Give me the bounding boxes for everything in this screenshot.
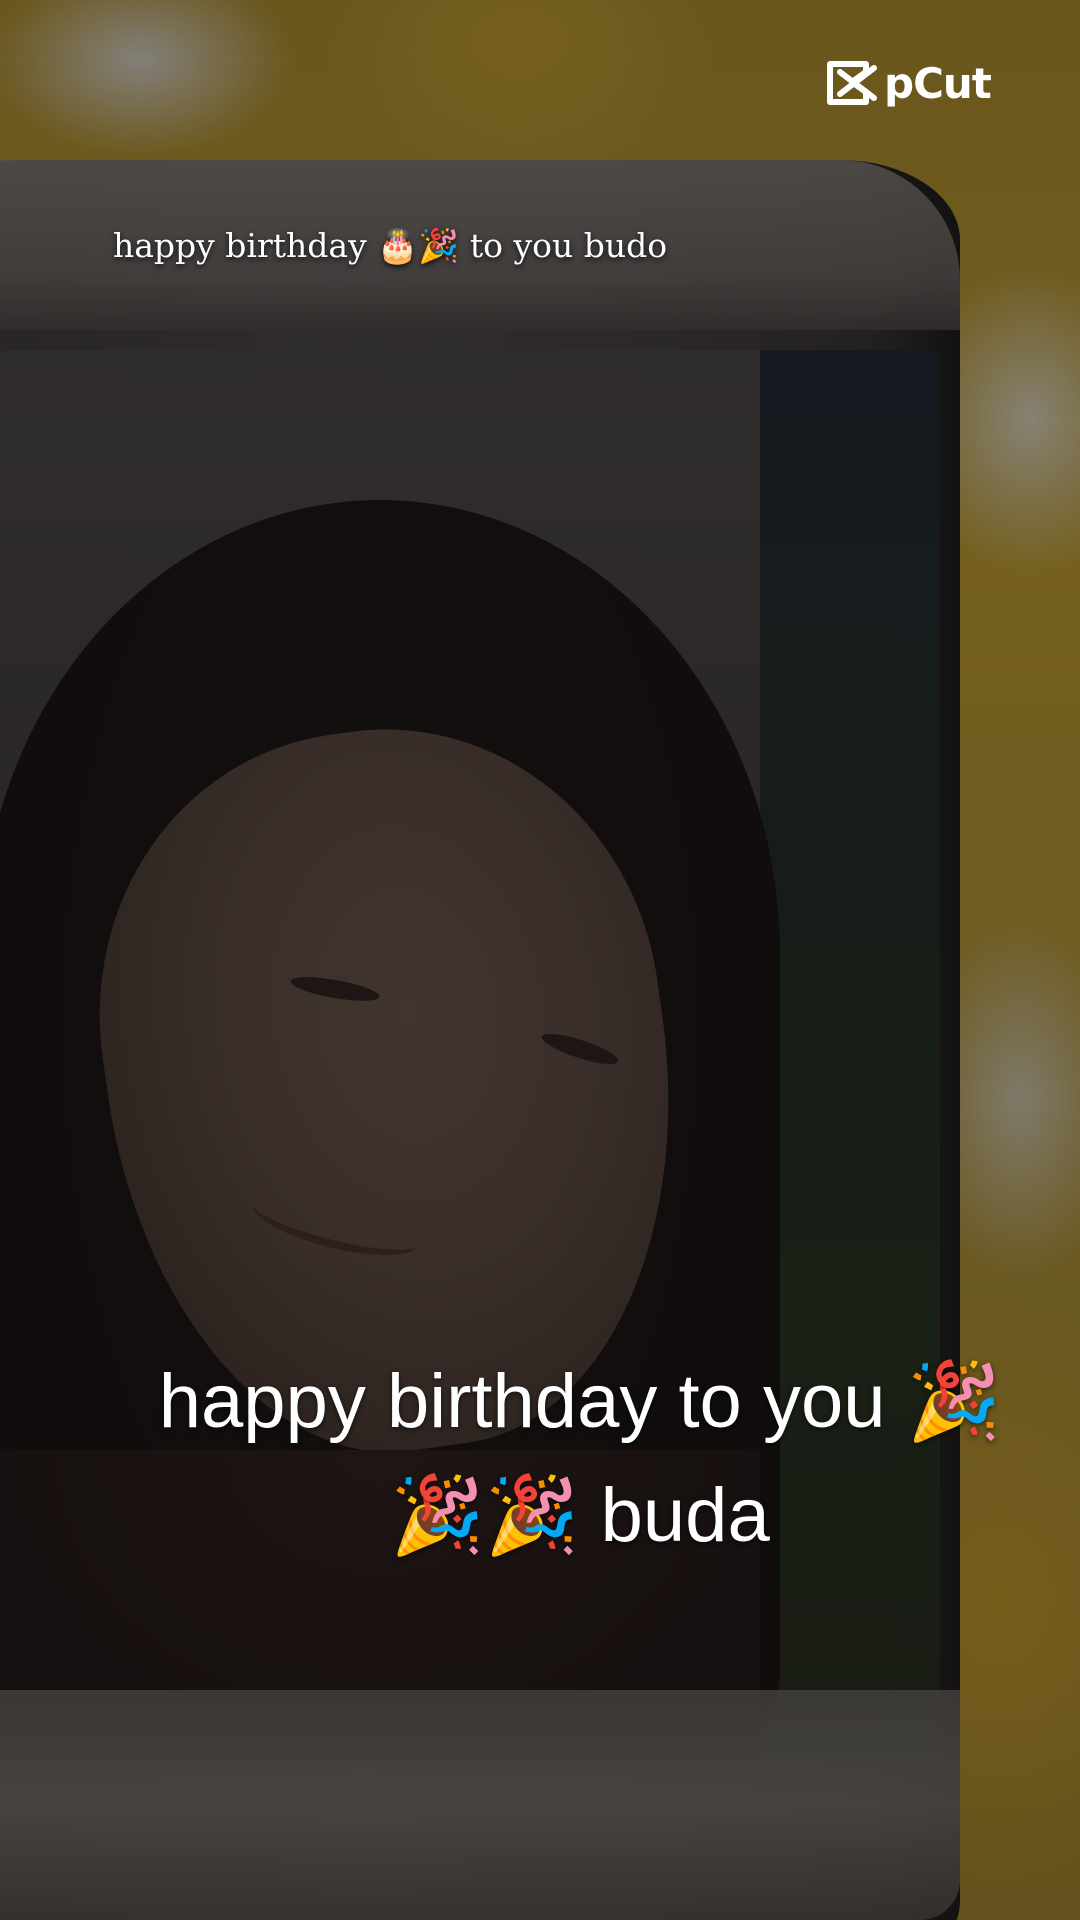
big-caption-line-2: 🎉🎉 buda	[390, 1473, 770, 1558]
capcut-logo: pCut	[826, 58, 992, 108]
dim-overlay	[0, 0, 1080, 1920]
small-caption: happy birthday 🎂🎉 to you budo	[113, 226, 668, 265]
capcut-logo-icon	[827, 61, 877, 105]
big-caption: happy birthday to you 🎉 🎉🎉 buda	[100, 1345, 1060, 1573]
logo-text: pCut	[884, 58, 992, 108]
video-frame: pCut happy birthday 🎂🎉 to you budo happy…	[0, 0, 1080, 1920]
big-caption-line-1: happy birthday to you 🎉	[158, 1359, 1002, 1444]
